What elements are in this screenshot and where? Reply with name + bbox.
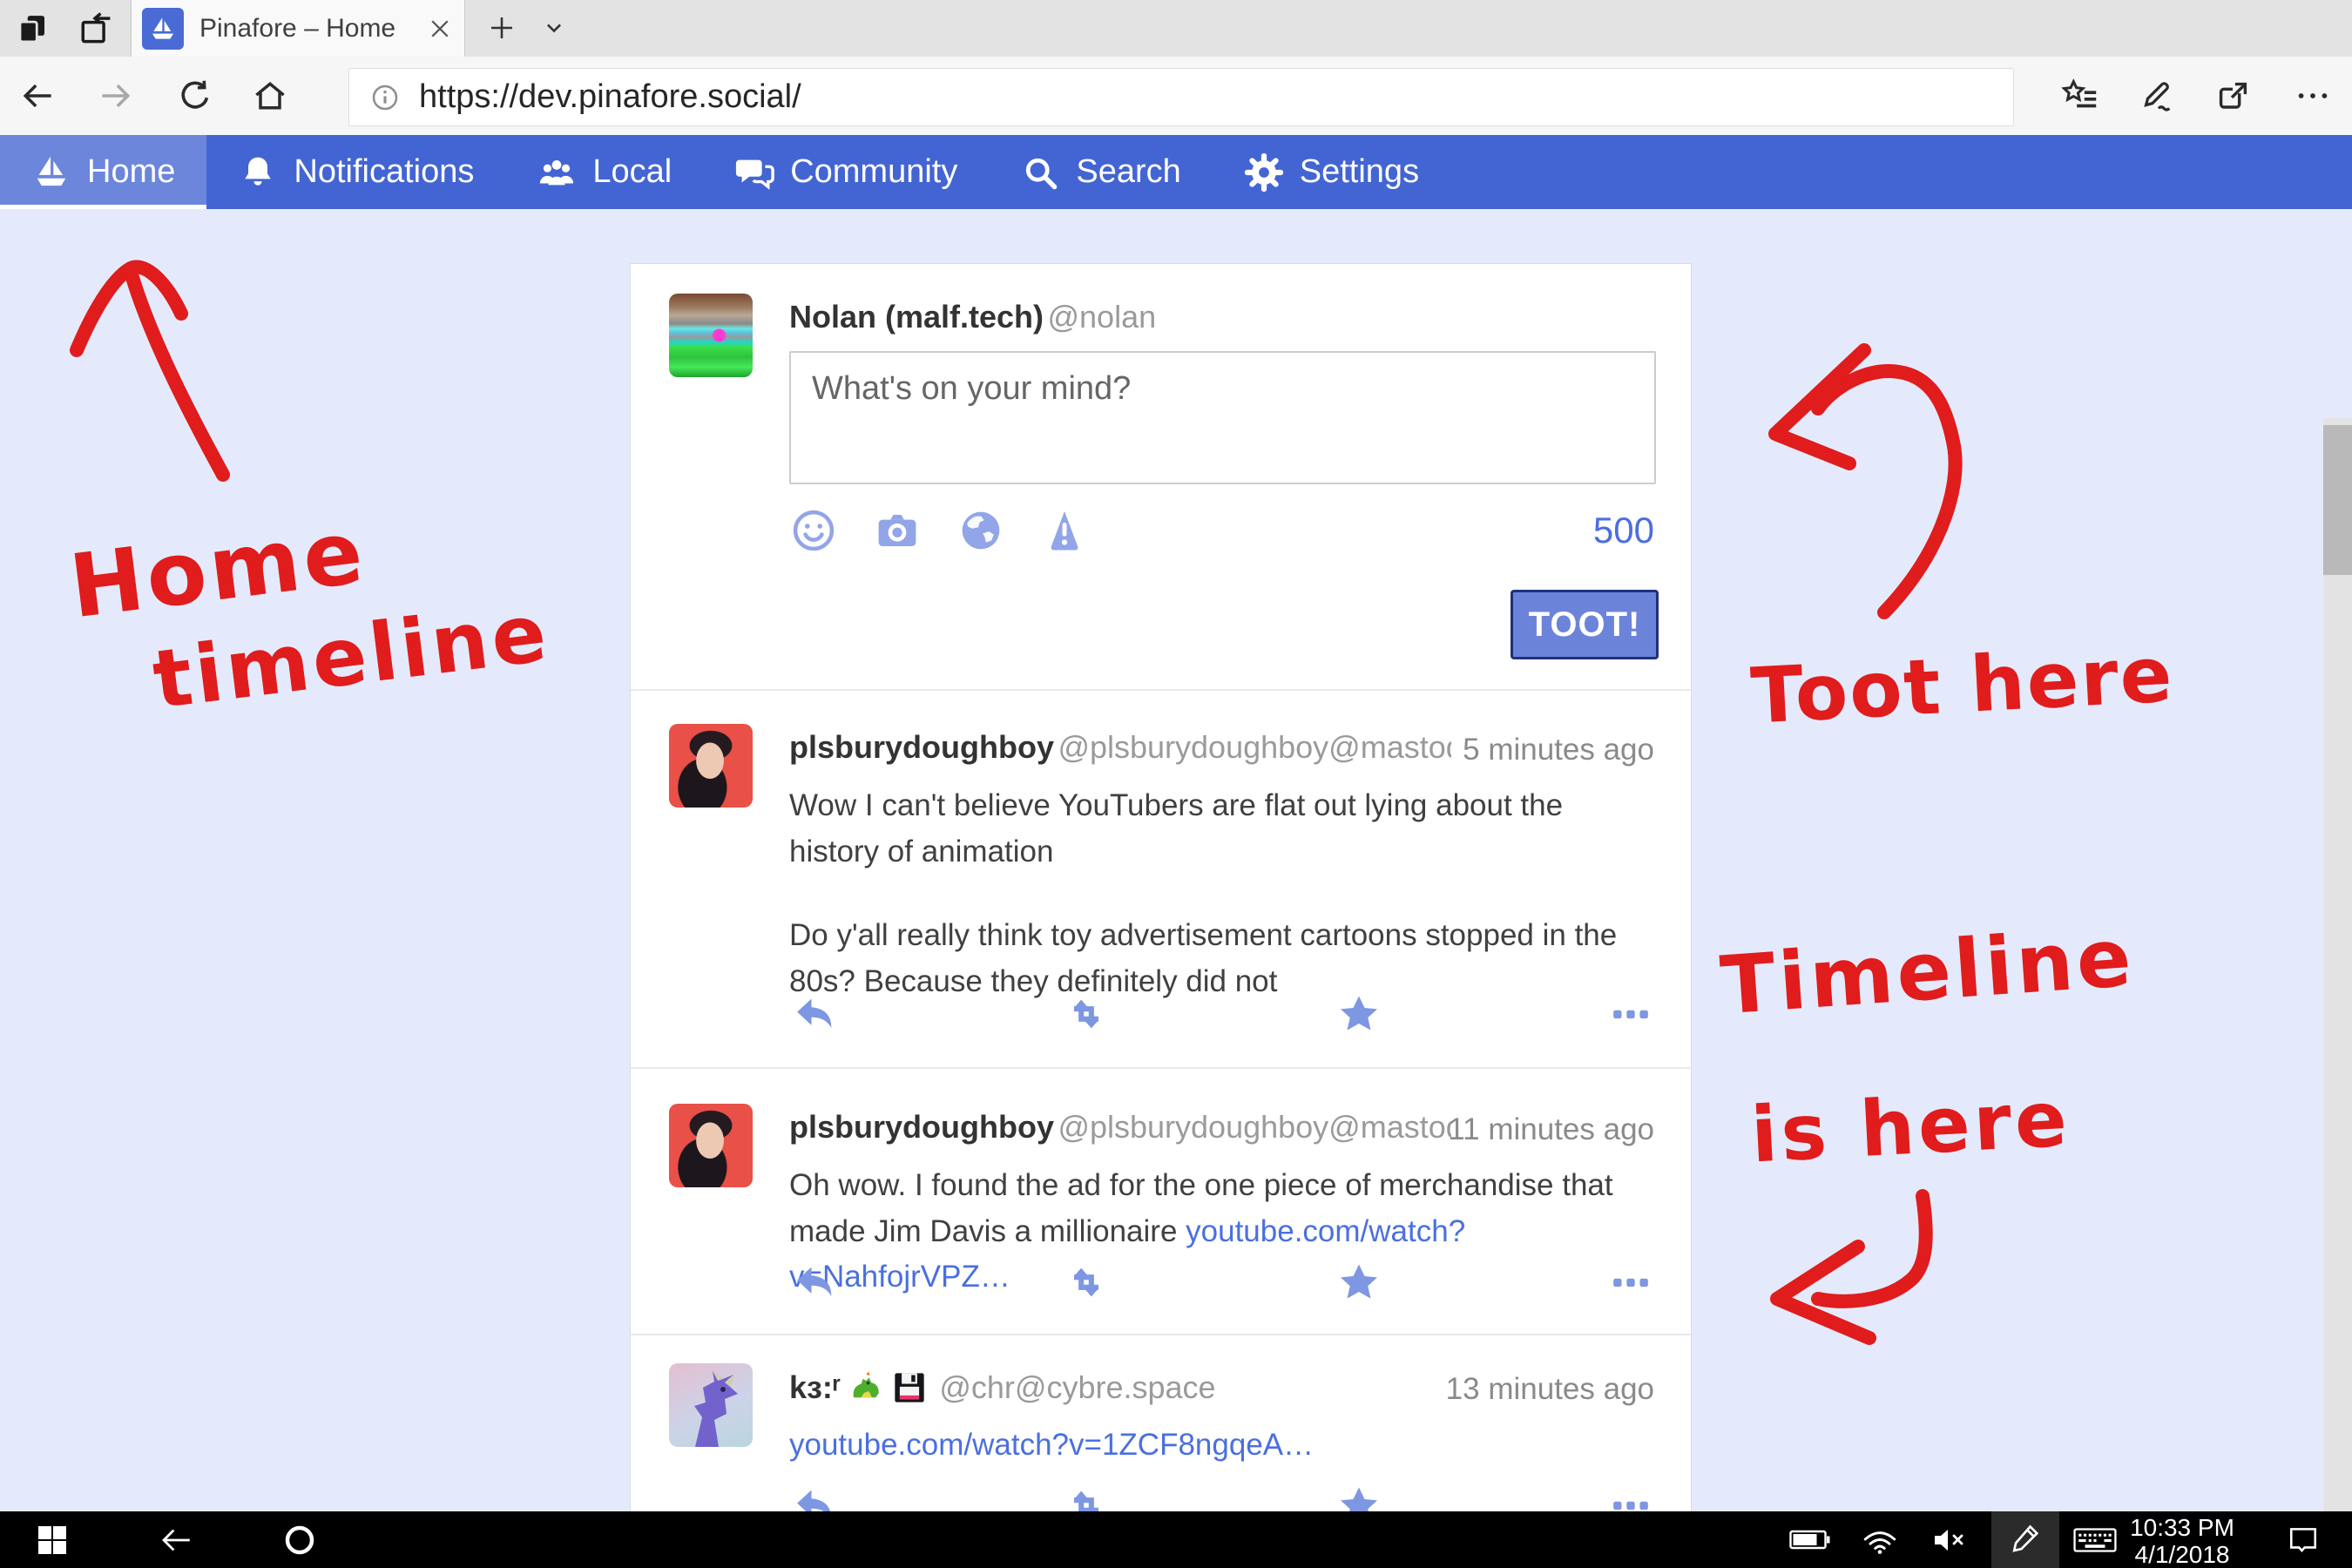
nav-item-local[interactable]: Local [505, 135, 703, 209]
people-icon [537, 152, 577, 193]
chevron-down-icon[interactable] [533, 7, 575, 49]
browser-toolbar: https://dev.pinafore.social/ [0, 57, 2352, 135]
chat-bubbles-icon [734, 152, 774, 193]
post-handle: @plsburydoughboy@mastodon.s… [1058, 1109, 1451, 1145]
web-note-pen-icon[interactable] [2138, 76, 2178, 116]
toot-button[interactable]: TOOT! [1511, 590, 1659, 659]
more-options-icon[interactable] [1605, 1257, 1656, 1308]
divider [631, 1334, 1691, 1335]
taskbar: 10:33 PM 4/1/2018 [0, 1511, 2352, 1568]
browser-tab[interactable]: Pinafore – Home [131, 0, 465, 57]
divider [631, 689, 1691, 691]
boost-icon[interactable] [1061, 1257, 1112, 1308]
avatar[interactable] [669, 1363, 753, 1447]
emoji-icon[interactable] [789, 506, 838, 555]
nav-label: Community [790, 153, 957, 191]
post-timestamp[interactable]: 5 minutes ago [1463, 733, 1654, 767]
scrollbar[interactable] [2323, 418, 2352, 1568]
share-icon[interactable] [2213, 76, 2253, 116]
post-body: Wow I can't believe YouTubers are flat o… [789, 783, 1660, 1004]
search-icon [1020, 152, 1060, 193]
reply-icon[interactable] [789, 1257, 840, 1308]
compose-handle: @nolan [1047, 299, 1156, 335]
wifi-icon[interactable] [1854, 1511, 1906, 1568]
compose-input[interactable] [789, 351, 1656, 484]
post-actions [789, 1257, 1656, 1308]
back-icon[interactable] [148, 1511, 204, 1568]
url-text[interactable]: https://dev.pinafore.social/ [419, 78, 801, 116]
post-handle: @plsburydoughboy@mastodon.so… [1058, 729, 1451, 765]
pages-icon[interactable] [12, 9, 52, 49]
post-display-name[interactable]: plsburydoughboy [789, 729, 1054, 765]
post-paragraph: Wow I can't believe YouTubers are flat o… [789, 783, 1660, 875]
favorite-star-icon[interactable] [1334, 989, 1384, 1039]
sailboat-icon [31, 152, 71, 193]
scrollbar-thumb[interactable] [2323, 425, 2352, 575]
nav-label: Notifications [294, 153, 474, 191]
page-background: Nolan (malf.tech) @nolan [0, 209, 2352, 1511]
bell-icon [238, 152, 278, 193]
more-options-icon[interactable] [1605, 989, 1656, 1039]
nav-item-search[interactable]: Search [989, 135, 1212, 209]
screen: Pinafore – Home https://de [0, 0, 2352, 1568]
info-icon[interactable] [368, 81, 402, 114]
cortana-icon[interactable] [272, 1511, 328, 1568]
post-display-name[interactable]: plsburydoughboy [789, 1109, 1054, 1145]
floppy-disk-emoji [892, 1370, 927, 1409]
refresh-icon[interactable] [175, 76, 215, 116]
pinafore-favicon [142, 8, 184, 50]
post-handle: @chr@cybre.space [939, 1369, 1215, 1405]
taskbar-clock[interactable]: 10:33 PM 4/1/2018 [2112, 1515, 2252, 1568]
nav-label: Settings [1300, 153, 1419, 191]
windows-ink-pen-icon[interactable] [1991, 1511, 2059, 1568]
home-icon[interactable] [250, 76, 290, 116]
back-icon[interactable] [17, 76, 57, 116]
boost-icon[interactable] [1061, 989, 1112, 1039]
avatar[interactable] [669, 724, 753, 808]
nav-label: Search [1076, 153, 1180, 191]
avatar[interactable] [669, 294, 753, 377]
post-actions [789, 989, 1656, 1039]
tab-title: Pinafore – Home [199, 14, 421, 44]
nav-label: Local [592, 153, 672, 191]
nav-item-community[interactable]: Community [703, 135, 989, 209]
set-tabs-aside-icon[interactable] [75, 9, 115, 49]
globe-visibility-icon[interactable] [956, 506, 1005, 555]
more-icon[interactable] [2293, 76, 2333, 116]
browser-tab-bar: Pinafore – Home [0, 0, 2352, 57]
divider [631, 1067, 1691, 1069]
url-bar[interactable]: https://dev.pinafore.social/ [348, 68, 2014, 126]
favorites-hub-icon[interactable] [2060, 76, 2100, 116]
reply-icon[interactable] [789, 989, 840, 1039]
timeline-column: Nolan (malf.tech) @nolan [630, 263, 1692, 1568]
post-timestamp[interactable]: 13 minutes ago [1446, 1372, 1654, 1407]
camera-icon[interactable] [873, 506, 922, 555]
post-display-name[interactable]: kɜ:ʳ [789, 1369, 841, 1405]
nav-item-settings[interactable]: Settings [1213, 135, 1450, 209]
favorite-star-icon[interactable] [1334, 1257, 1384, 1308]
content-warning-icon[interactable] [1040, 506, 1089, 555]
gear-icon [1244, 152, 1284, 193]
compose-display-name: Nolan (malf.tech) [789, 299, 1044, 335]
nav-item-home[interactable]: Home [0, 135, 206, 209]
windows-logo-icon[interactable] [24, 1511, 80, 1568]
close-icon[interactable] [421, 10, 459, 48]
forward-icon[interactable] [96, 76, 136, 116]
muted-speaker-icon[interactable] [1925, 1511, 1977, 1568]
pinafore-nav: Home Notifications Local Community Searc… [0, 135, 2352, 212]
post-link[interactable]: youtube.com/watch?v=1ZCF8ngqeA… [789, 1428, 1314, 1462]
battery-icon[interactable] [1784, 1511, 1836, 1568]
post-timestamp[interactable]: 11 minutes ago [1448, 1112, 1654, 1147]
clock-date: 4/1/2018 [2112, 1542, 2252, 1568]
action-center-icon[interactable] [2275, 1511, 2331, 1568]
clock-time: 10:33 PM [2112, 1515, 2252, 1542]
dragon-emoji [848, 1369, 884, 1409]
nav-label: Home [87, 153, 175, 191]
nav-item-notifications[interactable]: Notifications [206, 135, 505, 209]
new-tab-icon[interactable] [481, 7, 523, 49]
avatar[interactable] [669, 1104, 753, 1187]
char-count: 500 [1593, 510, 1654, 551]
